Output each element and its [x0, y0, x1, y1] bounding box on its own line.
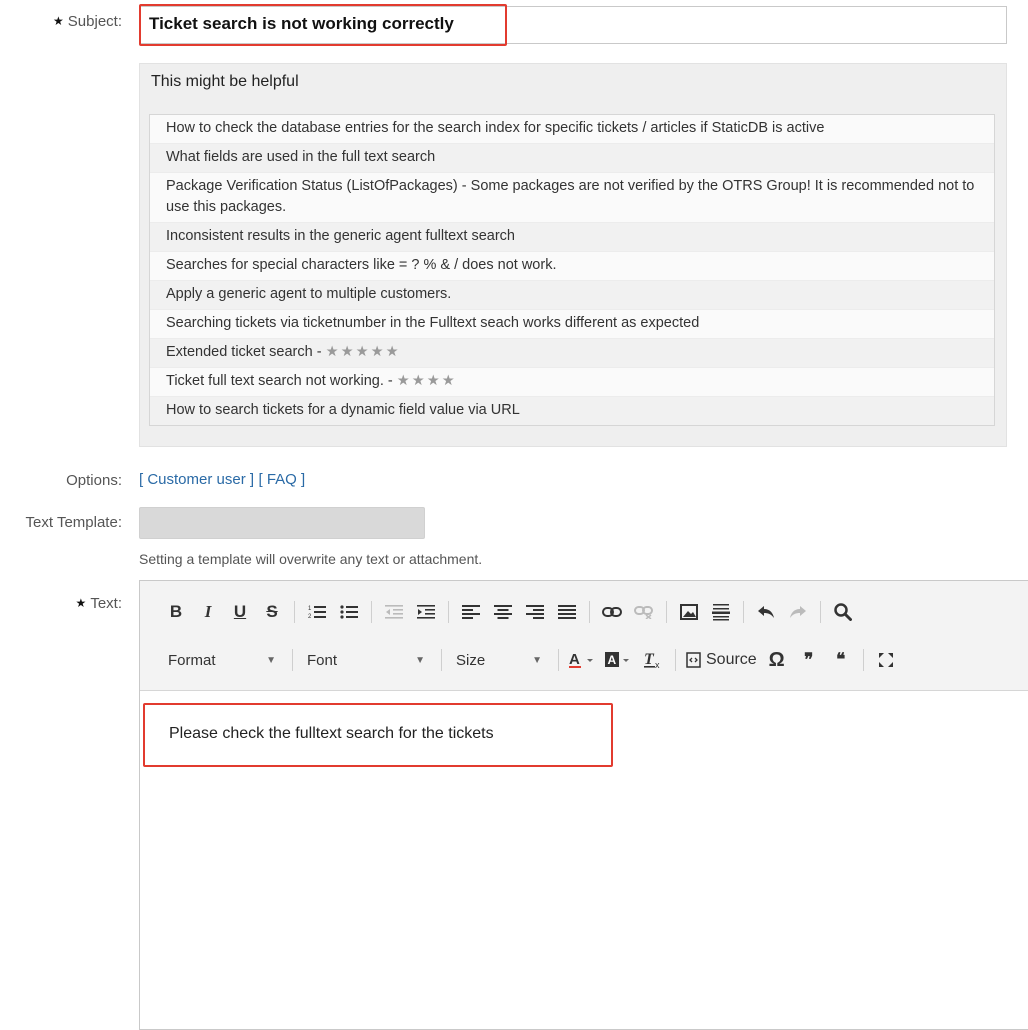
outdent-icon[interactable] — [382, 598, 406, 626]
image-icon[interactable] — [677, 598, 701, 626]
toolbar-separator — [448, 601, 449, 623]
helpful-item-text: Ticket full text search not working. - — [166, 373, 397, 389]
unlink-icon[interactable] — [632, 598, 656, 626]
svg-text:2: 2 — [308, 614, 312, 620]
toolbar-separator — [371, 601, 372, 623]
bulleted-list-icon[interactable] — [337, 598, 361, 626]
text-template-select[interactable] — [139, 507, 425, 539]
toolbar-separator — [292, 649, 293, 671]
editor-toolbar: B I U S 12 Format ▼ Font ▼ Size ▼ A A T … — [140, 581, 1028, 691]
subject-highlight-box — [139, 4, 507, 46]
helpful-list-item[interactable]: Searches for special characters like = ?… — [150, 251, 994, 280]
format-dropdown[interactable]: Format ▼ — [164, 646, 282, 674]
background-color-icon[interactable]: A — [605, 646, 633, 674]
helpful-item-text: What fields are used in the full text se… — [166, 149, 436, 165]
helpful-item-text: Inconsistent results in the generic agen… — [166, 228, 515, 244]
toolbar-row-2: Format ▼ Font ▼ Size ▼ A A Tx Source Ω ❞ ❝ — [160, 643, 902, 677]
editor-highlight-box — [143, 703, 613, 767]
svg-text:T: T — [644, 651, 655, 668]
font-dropdown[interactable]: Font ▼ — [303, 646, 431, 674]
helpful-item-text: How to check the database entries for th… — [166, 120, 825, 136]
chevron-down-icon: ▼ — [532, 654, 542, 666]
helpful-list-item[interactable]: Extended ticket search - ★★★★★ — [150, 338, 994, 367]
rating-stars-icon: ★★★★★ — [325, 344, 401, 360]
text-template-hint: Setting a template will overwrite any te… — [139, 551, 483, 567]
helpful-list-item[interactable]: What fields are used in the full text se… — [150, 143, 994, 172]
horizontal-line-icon[interactable] — [709, 598, 733, 626]
toolbar-separator — [294, 601, 295, 623]
text-label: ★ Text: — [40, 595, 122, 612]
rating-stars-icon: ★★★★ — [396, 373, 457, 389]
toolbar-separator — [675, 649, 676, 671]
svg-text:x: x — [655, 660, 660, 669]
source-button[interactable]: Source — [686, 646, 757, 674]
find-icon[interactable] — [831, 598, 855, 626]
link-icon[interactable] — [600, 598, 624, 626]
svg-text:1: 1 — [308, 606, 312, 612]
toolbar-separator — [441, 649, 442, 671]
required-star-icon: ★ — [75, 596, 87, 610]
remove-blockquote-icon[interactable]: ❝ — [829, 646, 853, 674]
helpful-list-item[interactable]: Ticket full text search not working. - ★… — [150, 367, 994, 396]
toolbar-separator — [558, 649, 559, 671]
helpful-list-item[interactable]: Searching tickets via ticketnumber in th… — [150, 309, 994, 338]
helpful-item-text: Extended ticket search - — [166, 344, 326, 360]
justify-icon[interactable] — [555, 598, 579, 626]
toolbar-separator — [862, 649, 864, 671]
text-color-icon[interactable]: A — [569, 646, 597, 674]
toolbar-separator — [589, 601, 590, 623]
helpful-list-item[interactable]: How to search tickets for a dynamic fiel… — [150, 396, 994, 425]
helpful-item-text: Package Verification Status (ListOfPacka… — [166, 178, 975, 215]
italic-button[interactable]: I — [196, 598, 220, 626]
subject-label-text: Subject: — [67, 13, 122, 30]
helpful-title: This might be helpful — [151, 73, 299, 90]
format-dropdown-label: Format — [168, 651, 216, 669]
svg-text:A: A — [608, 653, 617, 667]
size-dropdown[interactable]: Size ▼ — [452, 646, 548, 674]
helpful-item-text: How to search tickets for a dynamic fiel… — [166, 402, 520, 418]
helpful-list-item[interactable]: Inconsistent results in the generic agen… — [150, 222, 994, 251]
helpful-list-item[interactable]: How to check the database entries for th… — [150, 115, 994, 143]
chevron-down-icon: ▼ — [266, 654, 276, 666]
helpful-list-item[interactable]: Package Verification Status (ListOfPacka… — [150, 172, 994, 222]
helpful-list-item[interactable]: Apply a generic agent to multiple custom… — [150, 280, 994, 309]
blockquote-icon[interactable]: ❞ — [797, 646, 821, 674]
faq-link[interactable]: [ FAQ ] — [259, 471, 306, 488]
strikethrough-button[interactable]: S — [260, 598, 284, 626]
toolbar-row-1: B I U S 12 — [160, 595, 859, 629]
special-char-icon[interactable]: Ω — [765, 646, 789, 674]
undo-icon[interactable] — [754, 598, 778, 626]
toolbar-separator — [743, 601, 744, 623]
svg-text:A: A — [569, 651, 580, 668]
toolbar-separator — [666, 601, 667, 623]
subject-label: ★ Subject: — [40, 13, 122, 30]
underline-button[interactable]: U — [228, 598, 252, 626]
helpful-item-text: Searching tickets via ticketnumber in th… — [166, 315, 700, 331]
bold-button[interactable]: B — [164, 598, 188, 626]
font-dropdown-label: Font — [307, 651, 338, 669]
redo-icon[interactable] — [786, 598, 810, 626]
text-template-label: Text Template: — [25, 514, 122, 531]
align-right-icon[interactable] — [523, 598, 547, 626]
helpful-item-text: Apply a generic agent to multiple custom… — [166, 286, 452, 302]
remove-format-icon[interactable]: Tx — [641, 646, 665, 674]
required-star-icon: ★ — [53, 14, 64, 28]
options-links: [ Customer user ] [ FAQ ] — [139, 471, 305, 489]
align-left-icon[interactable] — [459, 598, 483, 626]
source-button-label: Source — [706, 651, 757, 668]
helpful-item-text: Searches for special characters like = ?… — [166, 257, 557, 273]
options-label: Options: — [66, 472, 122, 489]
helpful-list: How to check the database entries for th… — [149, 114, 995, 426]
size-dropdown-label: Size — [456, 651, 486, 669]
indent-icon[interactable] — [414, 598, 438, 626]
source-icon — [686, 652, 701, 668]
numbered-list-icon[interactable]: 12 — [305, 598, 329, 626]
maximize-icon[interactable] — [874, 646, 898, 674]
chevron-down-icon: ▼ — [415, 654, 425, 666]
customer-user-link[interactable]: [ Customer user ] — [139, 471, 254, 488]
align-center-icon[interactable] — [491, 598, 515, 626]
toolbar-separator — [820, 601, 821, 623]
text-label-text: Text: — [90, 595, 122, 612]
